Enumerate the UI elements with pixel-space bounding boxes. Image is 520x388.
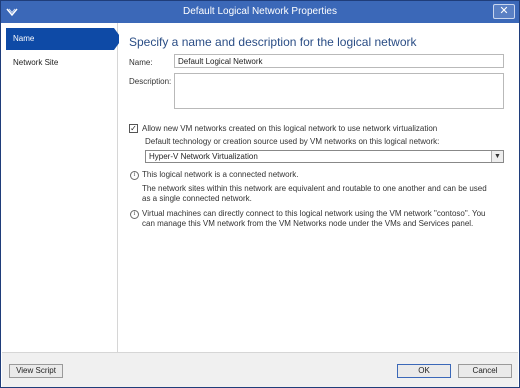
name-label: Name: (129, 58, 153, 67)
allow-network-virtualization-checkbox[interactable]: ✓ (129, 124, 138, 133)
cancel-button[interactable]: Cancel (458, 364, 512, 378)
properties-dialog: Default Logical Network Properties ✕ Nam… (0, 0, 520, 388)
sidebar-item-name[interactable]: Name (6, 28, 122, 50)
name-field[interactable] (174, 54, 504, 68)
default-technology-label: Default technology or creation source us… (145, 137, 440, 146)
title-bar[interactable]: Default Logical Network Properties ✕ (1, 1, 519, 23)
sidebar-item-label: Network Site (13, 58, 59, 67)
view-script-button[interactable]: View Script (9, 364, 63, 378)
footer: View Script OK Cancel (2, 352, 518, 387)
close-button[interactable]: ✕ (493, 4, 515, 19)
description-field[interactable] (174, 73, 504, 109)
close-icon: ✕ (499, 5, 509, 17)
sidebar: Name Network Site (2, 23, 122, 352)
description-label: Description: (129, 77, 172, 86)
connected-network-title: This logical network is a connected netw… (142, 170, 299, 179)
vm-network-info-text: Virtual machines can directly connect to… (142, 209, 486, 228)
page-title: Specify a name and description for the l… (129, 35, 417, 49)
main-panel: Specify a name and description for the l… (119, 23, 519, 352)
sidebar-item-network-site[interactable]: Network Site (6, 52, 114, 74)
check-icon: ✓ (130, 124, 137, 133)
dropdown-value: Hyper-V Network Virtualization (149, 152, 258, 161)
info-icon: i (130, 171, 139, 180)
window-title: Default Logical Network Properties (183, 6, 337, 17)
default-technology-dropdown[interactable]: Hyper-V Network Virtualization ▼ (145, 150, 504, 163)
ok-button[interactable]: OK (397, 364, 451, 378)
sidebar-item-label: Name (13, 34, 35, 43)
allow-network-virtualization-label[interactable]: Allow new VM networks created on this lo… (142, 124, 437, 133)
connected-network-text: The network sites within this network ar… (142, 184, 487, 203)
info-icon: i (130, 210, 139, 219)
chevron-down-icon[interactable]: ▼ (491, 151, 503, 162)
